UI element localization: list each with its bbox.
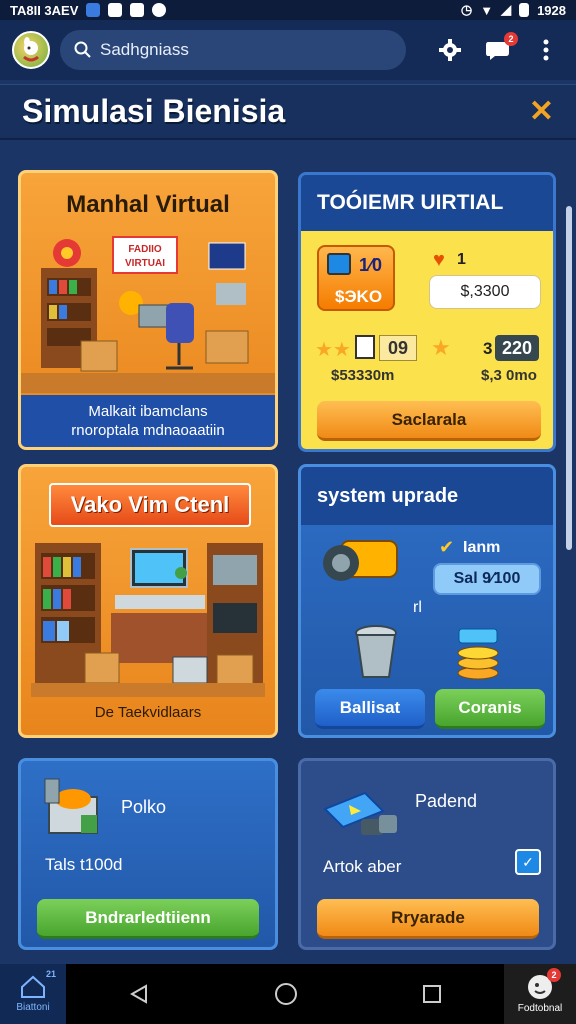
upgrade-card-title: system uprade <box>301 467 553 525</box>
app-bar: Sadhgniass 2 <box>0 20 576 80</box>
document-icon <box>355 335 375 359</box>
status-carrier-text: TA8II 3AEV <box>10 2 79 18</box>
tag-icon <box>327 253 351 275</box>
coin-stack-icon <box>457 628 499 680</box>
stars-icon: ★★ <box>315 339 351 361</box>
settings-button[interactable] <box>436 36 464 64</box>
stat-2-value: 220 <box>495 335 539 361</box>
check-arrow-icon: ✔ <box>439 537 455 557</box>
office-scene-illustration <box>31 543 265 697</box>
token-item-2-price[interactable]: $,3300 <box>429 275 541 309</box>
shop-caption-line2: rnoroptala mdnaoaatiin <box>71 422 225 439</box>
signal-icon: ◢ <box>501 2 512 17</box>
tokens-panel: 1⁄0 $ЭKO ♥ 1 $,3300 ★★ 09 $53330m ★ 3 22… <box>301 231 553 449</box>
stat-1-price: $53330m <box>331 367 395 384</box>
character-icon <box>23 37 39 62</box>
navigation-bar: 21 Biattoni 2 Fodtobnal <box>0 964 576 1024</box>
messages-button[interactable]: 2 <box>484 32 518 64</box>
title-bar: Simulasi Bienisia ✕ <box>0 84 576 140</box>
shop-caption-line1: Malkait ibamclans <box>88 403 208 420</box>
recents-icon[interactable] <box>422 984 442 1004</box>
page-title: Simulasi Bienisia <box>22 93 286 129</box>
shop-card-caption: Malkait ibamclans rnoroptala mdnaoaatiin <box>21 395 275 447</box>
virtual-shop-card[interactable]: Manhal Virtual FADIIO VIRTUAI Malkait ib… <box>18 170 278 450</box>
search-placeholder: Sadhgniass <box>100 40 189 59</box>
trash-bin-icon <box>355 625 397 678</box>
alarm-icon: ◷ <box>460 2 473 17</box>
svg-text:FADIIO: FADIIO <box>128 244 162 255</box>
checkbox-checked-icon[interactable]: ✓ <box>515 849 541 875</box>
star-icon: ★ <box>431 335 451 360</box>
scrollbar[interactable] <box>566 206 572 550</box>
shop-scene-illustration: FADIIO VIRTUAI <box>21 236 275 393</box>
battery-icon <box>519 3 530 17</box>
svg-text:VIRTUAI: VIRTUAI <box>125 258 165 269</box>
stat-1-value: 09 <box>379 335 417 361</box>
shop-card-title: Manhal Virtual <box>66 191 230 218</box>
nav-profile-tab[interactable]: 2 Fodtobnal <box>504 964 576 1024</box>
pack-left-button[interactable]: Bndrarledtiienn <box>37 899 259 939</box>
pack-card-left: Polko Tals t100d Bndrarledtiienn <box>18 758 278 950</box>
stat-2-prefix: 3 <box>483 339 493 358</box>
pack-right-title: Padend <box>415 791 478 811</box>
wifi-icon: ▼ <box>480 2 494 18</box>
tokens-card-title: TOÓIEMR UIRTIAL <box>301 175 553 231</box>
tokens-action-button[interactable]: Saclarala <box>317 401 541 441</box>
token-item-2-value: 1 <box>457 251 466 268</box>
token-item-1[interactable]: 1⁄0 $ЭKO <box>317 245 395 311</box>
stat-2-price: $,3 0mo <box>481 367 537 384</box>
search-icon <box>74 41 91 58</box>
home-icon <box>21 975 45 998</box>
gear-icon <box>439 39 461 61</box>
cannon-icon <box>323 540 398 581</box>
upgrade-label: Ianm <box>463 539 501 556</box>
back-icon[interactable] <box>128 983 150 1005</box>
notification-badge: 2 <box>504 32 518 46</box>
search-input[interactable]: Sadhgniass <box>60 30 406 70</box>
home-badge: 21 <box>45 969 56 979</box>
upgrade-value-pill[interactable]: Sal 9∕100 <box>433 563 541 595</box>
office-card-title: Vako Vim Ctenl <box>49 483 251 527</box>
system-upgrade-card: system uprade ✔ Ianm Sal 9∕100 rl Ballis… <box>298 464 556 738</box>
pack-right-subtitle: Artok aber <box>323 857 402 876</box>
app-notification-icon <box>86 3 101 17</box>
flame-icon: ♥ <box>433 249 445 271</box>
toolbox-icon <box>44 778 98 834</box>
close-icon[interactable]: ✕ <box>529 94 554 129</box>
pack-right-button[interactable]: Rryarade <box>317 899 539 939</box>
pack-left-title: Polko <box>121 797 167 817</box>
upgrade-marker: rl <box>413 599 422 616</box>
avatar[interactable] <box>12 31 50 69</box>
pack-card-right: Padend Artok aber ✓ Rryarade <box>298 758 556 950</box>
shield-notification-icon <box>152 3 167 17</box>
token-item-1-price: $ЭKO <box>335 287 383 306</box>
status-bar: TA8II 3AEV ◷ ▼ ◢ 1928 <box>0 0 576 20</box>
office-card-caption: De Taekvidlaars <box>94 704 202 721</box>
virtual-tokens-card: TOÓIEMR UIRTIAL 1⁄0 $ЭKO ♥ 1 $,3300 ★★ 0… <box>298 172 556 452</box>
token-item-1-value: 1⁄0 <box>359 255 383 275</box>
virtual-office-card[interactable]: Vako Vim Ctenl De Taekvidlaars <box>18 464 278 738</box>
pack-left-subtitle: Tals t100d <box>45 855 123 874</box>
upgrade-left-button[interactable]: Ballisat <box>315 689 425 729</box>
more-vertical-icon <box>543 39 549 61</box>
gallery-notification-icon <box>130 3 145 17</box>
gadget-icon <box>323 791 397 835</box>
upgrade-right-button[interactable]: Coranis <box>435 689 545 729</box>
more-menu-button[interactable] <box>532 36 560 64</box>
nav-profile-label: Fodtobnal <box>517 1003 563 1014</box>
profile-badge: 2 <box>547 968 561 982</box>
image-notification-icon <box>108 3 123 17</box>
status-time: 1928 <box>537 2 566 18</box>
nav-home-tab[interactable]: 21 Biattoni <box>0 964 66 1024</box>
nav-home-label: Biattoni <box>16 1002 50 1013</box>
home-circle-icon[interactable] <box>274 982 298 1006</box>
